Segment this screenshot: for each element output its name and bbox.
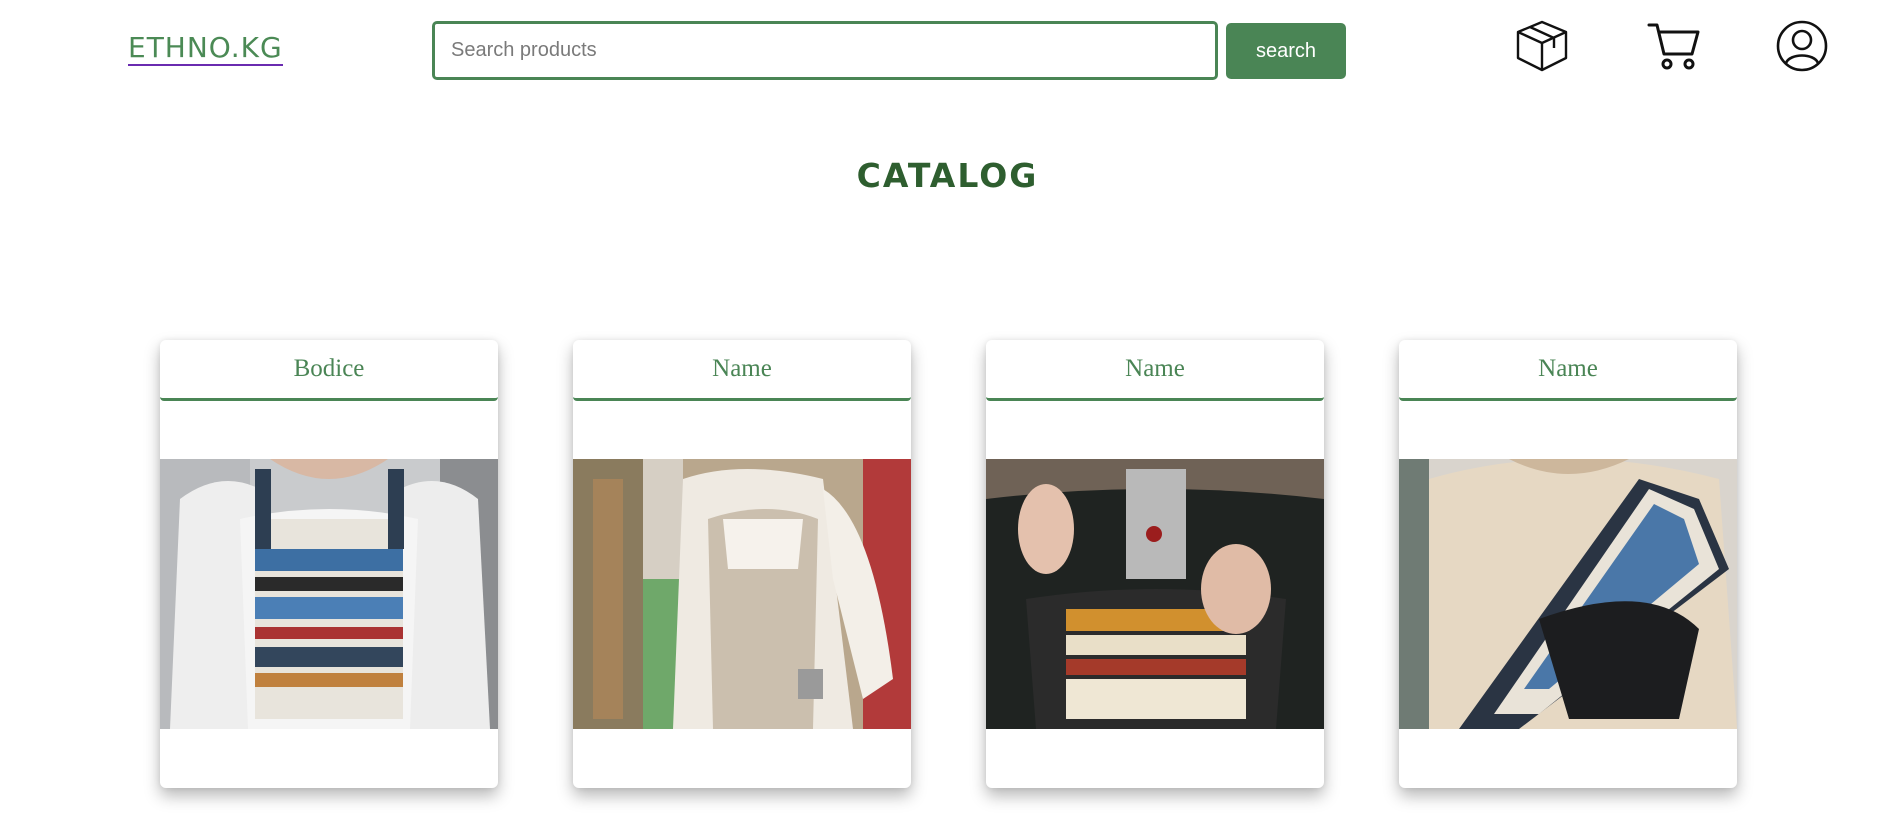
product-card[interactable]: Name: [986, 340, 1324, 788]
product-name: Name: [986, 340, 1324, 401]
cart-icon[interactable]: [1646, 18, 1702, 74]
product-card[interactable]: Bodice: [160, 340, 498, 788]
product-name: Name: [1399, 340, 1737, 401]
logo-link[interactable]: ETHNO.KG: [128, 32, 283, 66]
product-image[interactable]: [160, 459, 498, 729]
search-input[interactable]: [432, 21, 1218, 80]
product-name: Name: [573, 340, 911, 401]
product-image[interactable]: [1399, 459, 1737, 729]
product-image[interactable]: [573, 459, 911, 729]
product-card[interactable]: Name: [1399, 340, 1737, 788]
product-card[interactable]: Name: [573, 340, 911, 788]
product-name: Bodice: [160, 340, 498, 401]
search-button[interactable]: search: [1226, 23, 1346, 79]
header: ETHNO.KG search: [0, 0, 1895, 110]
product-image[interactable]: [986, 459, 1324, 729]
package-icon[interactable]: [1514, 18, 1570, 74]
page-title: CATALOG: [856, 156, 1039, 195]
user-icon[interactable]: [1774, 18, 1830, 74]
